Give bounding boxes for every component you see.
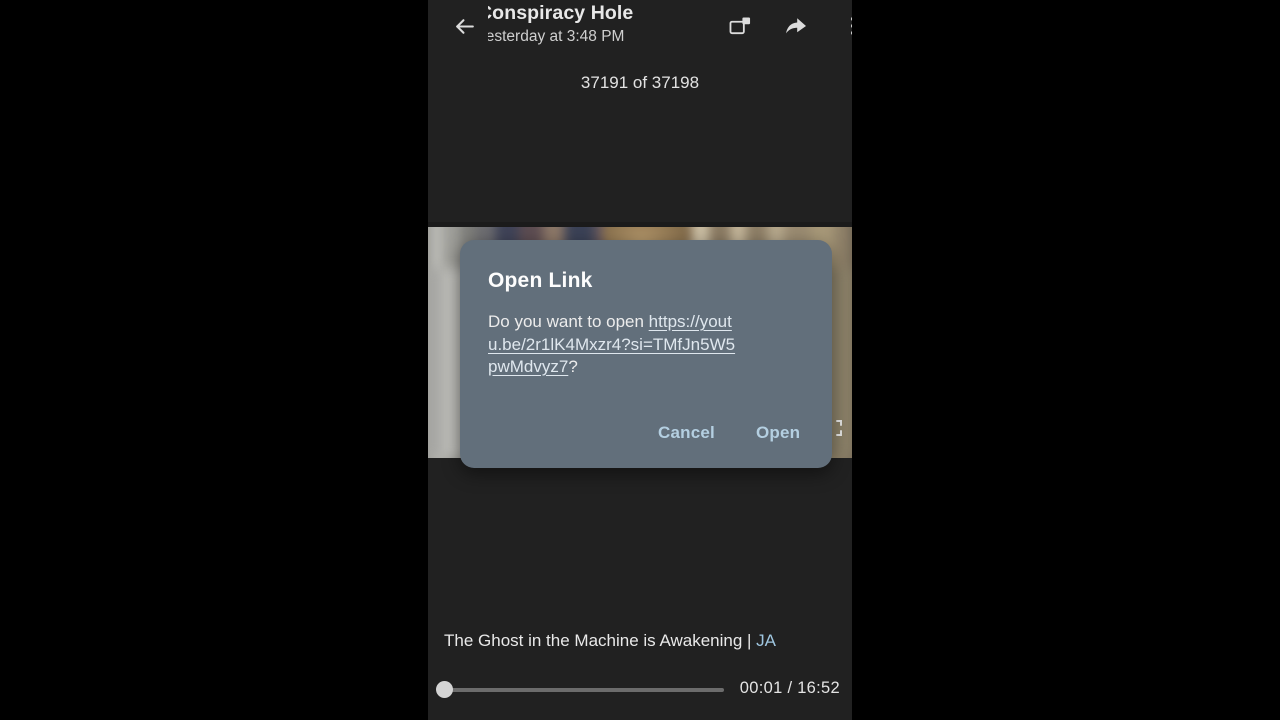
phone-screen: Conspiracy Hole yesterday at 3:48 PM 371… bbox=[428, 0, 852, 720]
video-title: The Ghost in the Machine is Awakening | … bbox=[444, 631, 840, 651]
dialog-title: Open Link bbox=[488, 269, 593, 292]
thumbnail-top-letterbox bbox=[428, 222, 852, 227]
conversation-header[interactable]: Conspiracy Hole yesterday at 3:48 PM bbox=[488, 0, 718, 50]
dialog-message-prefix: Do you want to open bbox=[488, 312, 649, 331]
video-title-handle: JA bbox=[756, 631, 777, 650]
cancel-button[interactable]: Cancel bbox=[658, 423, 715, 443]
screen-stage: Conspiracy Hole yesterday at 3:48 PM 371… bbox=[0, 0, 1280, 720]
menu-dot bbox=[850, 30, 852, 36]
message-counter: 37191 of 37198 bbox=[580, 73, 700, 92]
menu-dot bbox=[850, 16, 852, 22]
dialog-message: Do you want to open https://youtu.be/2r1… bbox=[488, 311, 738, 379]
app-bar: Conspiracy Hole yesterday at 3:48 PM bbox=[428, 0, 852, 52]
back-arrow-icon[interactable] bbox=[448, 10, 480, 42]
conversation-title: Conspiracy Hole bbox=[488, 2, 634, 24]
open-link-dialog: Open Link Do you want to open https://yo… bbox=[460, 240, 832, 468]
seek-bar-thumb[interactable] bbox=[436, 681, 453, 698]
open-button[interactable]: Open bbox=[756, 423, 800, 443]
playback-controls: 00:01 / 16:52 bbox=[428, 678, 852, 706]
overflow-menu-icon[interactable] bbox=[837, 10, 852, 42]
time-display: 00:01 / 16:52 bbox=[739, 679, 840, 697]
seek-bar-track[interactable] bbox=[441, 688, 724, 692]
share-arrow-icon[interactable] bbox=[780, 10, 812, 42]
video-title-text: The Ghost in the Machine is Awakening | bbox=[444, 631, 757, 650]
picture-in-picture-icon[interactable] bbox=[724, 10, 756, 42]
dialog-message-suffix: ? bbox=[568, 357, 578, 376]
conversation-timestamp: yesterday at 3:48 PM bbox=[488, 28, 625, 45]
menu-dot bbox=[850, 23, 852, 29]
